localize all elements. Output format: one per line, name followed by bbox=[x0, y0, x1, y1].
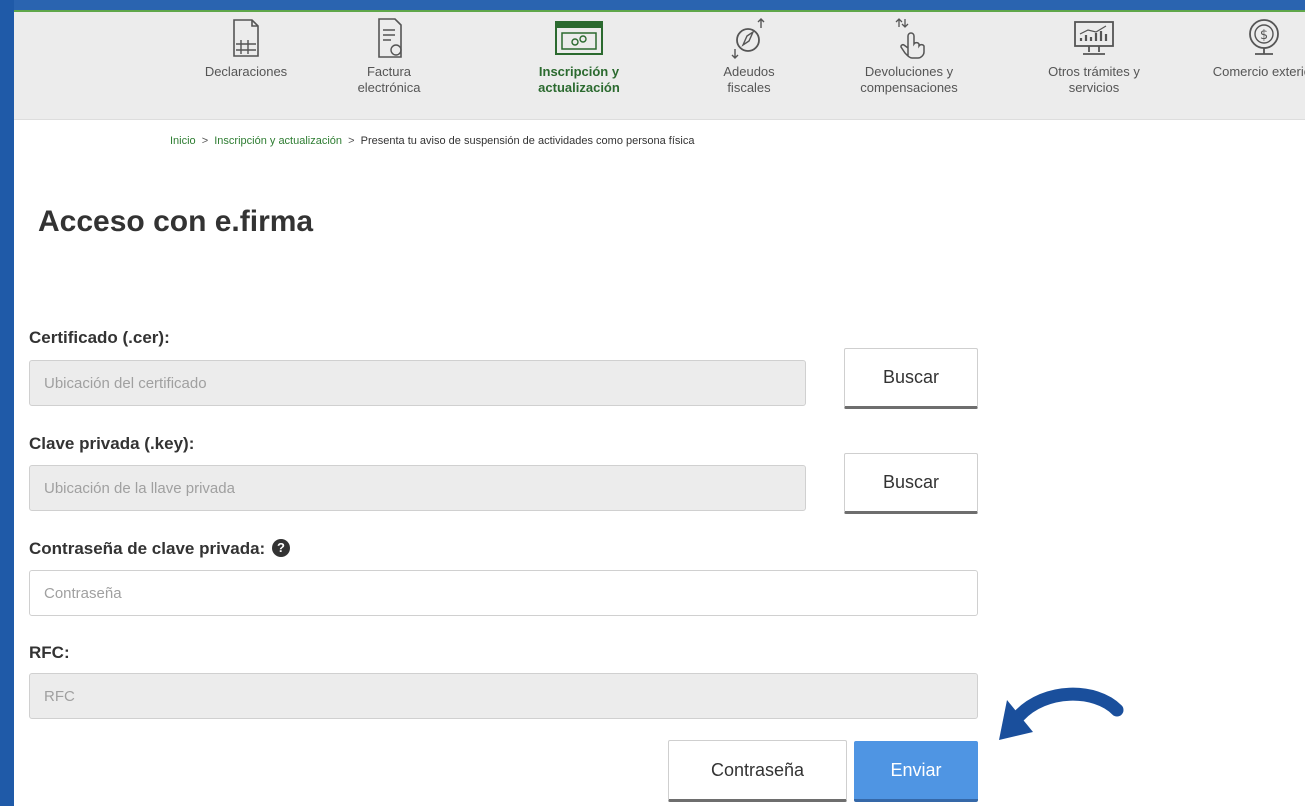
nav-label: Comercio exterior bbox=[1212, 64, 1305, 79]
private-key-label: Clave privada (.key): bbox=[29, 434, 195, 453]
password-label: Contraseña de clave privada: ? bbox=[29, 539, 290, 559]
nav-label: Factura electrónica bbox=[357, 64, 421, 95]
document-grid-icon bbox=[233, 19, 259, 57]
nav-label: Adeudos fiscales bbox=[723, 64, 775, 95]
rfc-input[interactable] bbox=[29, 673, 978, 719]
nav-item-devoluciones[interactable]: Devoluciones y compensaciones bbox=[834, 16, 984, 96]
page-title: Acceso con e.firma bbox=[38, 205, 314, 238]
hand-pointer-icon bbox=[895, 18, 925, 59]
rfc-label: RFC: bbox=[29, 643, 70, 662]
compass-arrows-icon bbox=[731, 18, 765, 59]
nav-label: Otros trámites y servicios bbox=[1048, 64, 1140, 95]
certificate-label: Certificado (.cer): bbox=[29, 328, 170, 347]
top-strip bbox=[14, 0, 1305, 10]
submit-button[interactable]: Enviar bbox=[854, 741, 978, 802]
breadcrumb-home[interactable]: Inicio bbox=[170, 135, 196, 147]
nav-item-comercio[interactable]: $ Comercio exterior bbox=[1209, 16, 1305, 80]
svg-text:$: $ bbox=[1260, 28, 1268, 43]
breadcrumb: Inicio > Inscripción y actualización > P… bbox=[170, 135, 694, 147]
nav-label: Inscripción y actualización bbox=[538, 64, 620, 95]
breadcrumb-separator: > bbox=[201, 135, 209, 147]
nav-item-factura[interactable]: Factura electrónica bbox=[334, 16, 444, 96]
breadcrumb-current: Presenta tu aviso de suspensión de activ… bbox=[360, 135, 695, 147]
password-button[interactable]: Contraseña bbox=[668, 740, 847, 802]
main-nav: Declaraciones Factura electrónica Inscri… bbox=[14, 12, 1305, 120]
nav-label: Devoluciones y compensaciones bbox=[860, 64, 958, 95]
nav-label: Declaraciones bbox=[204, 64, 288, 79]
browser-gear-icon bbox=[555, 21, 603, 55]
nav-item-otros[interactable]: Otros trámites y servicios bbox=[1029, 16, 1159, 96]
chart-monitor-icon bbox=[1074, 21, 1114, 55]
globe-money-icon: $ bbox=[1249, 19, 1279, 55]
nav-item-declaraciones[interactable]: Declaraciones bbox=[171, 16, 321, 80]
password-input[interactable] bbox=[29, 570, 978, 616]
certificate-input[interactable] bbox=[29, 360, 806, 406]
certificate-browse-button[interactable]: Buscar bbox=[844, 348, 978, 409]
question-circle-icon[interactable]: ? bbox=[271, 539, 290, 557]
breadcrumb-separator: > bbox=[348, 135, 355, 147]
pointer-arrow-icon bbox=[999, 687, 1124, 740]
password-label-text: Contraseña de clave privada: bbox=[29, 539, 266, 558]
breadcrumb-section[interactable]: Inscripción y actualización bbox=[214, 135, 342, 147]
private-key-browse-button[interactable]: Buscar bbox=[844, 453, 978, 514]
nav-item-adeudos[interactable]: Adeudos fiscales bbox=[704, 16, 794, 96]
invoice-icon bbox=[378, 18, 402, 58]
private-key-input[interactable] bbox=[29, 465, 806, 511]
nav-item-inscripcion[interactable]: Inscripción y actualización bbox=[514, 16, 644, 96]
